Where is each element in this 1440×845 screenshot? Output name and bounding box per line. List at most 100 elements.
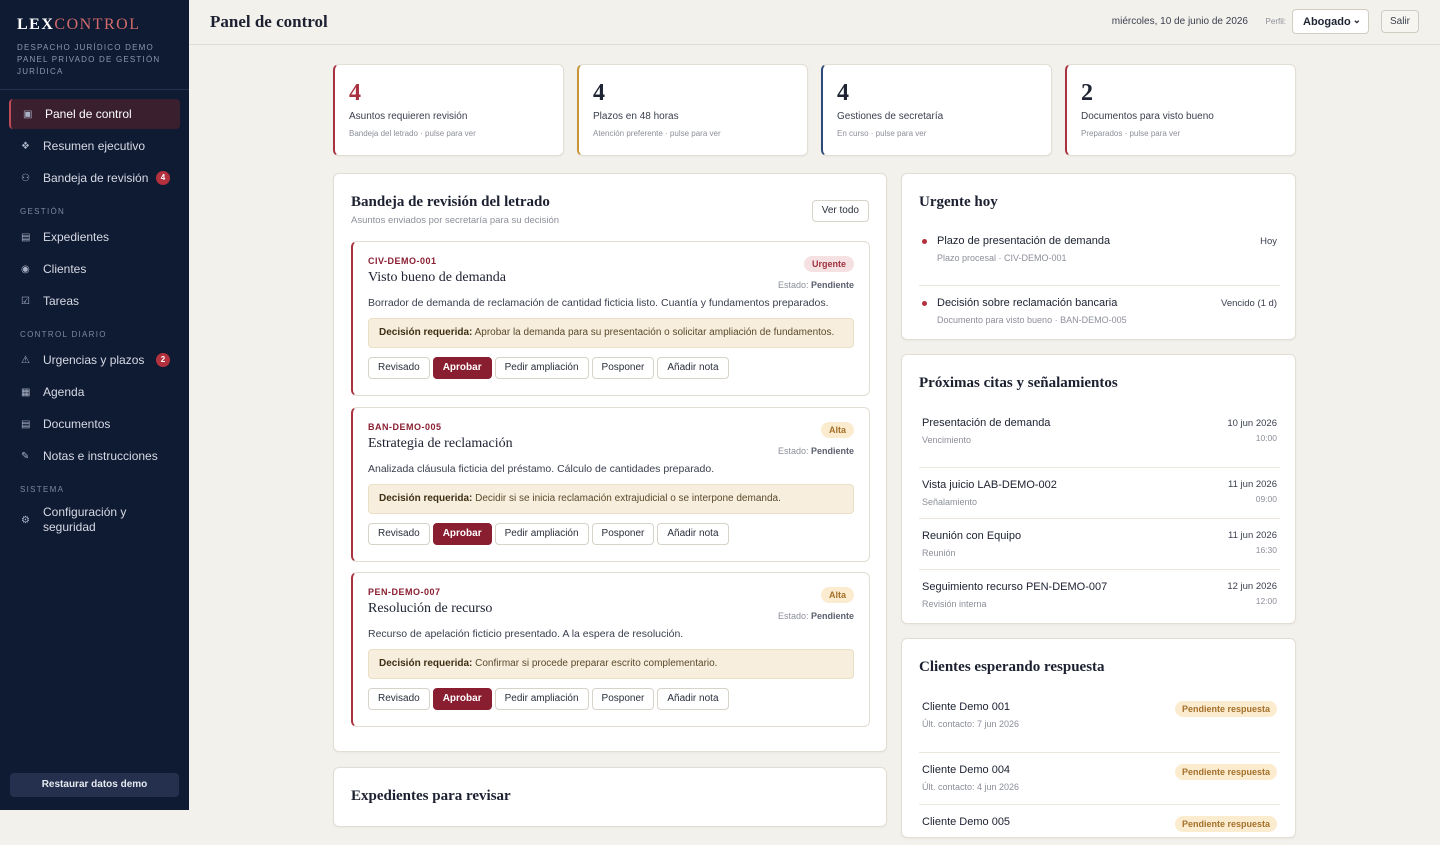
appointment-datetime: 11 jun 2026 09:00 bbox=[1228, 479, 1277, 504]
kpi-value: 4 bbox=[593, 80, 605, 106]
priority-badge: Alta bbox=[820, 422, 854, 438]
review-panel-subtitle: Asuntos enviados por secretaría para su … bbox=[351, 215, 560, 226]
appointment-title: Vista juicio LAB-DEMO-002 bbox=[922, 479, 1057, 491]
logout-button[interactable]: Salir bbox=[1381, 10, 1419, 33]
appointment-type: Reunión bbox=[922, 548, 956, 558]
clients-waiting-panel: Clientes esperando respuesta Cliente Dem… bbox=[901, 638, 1296, 838]
kpi-card-documentos-visto-bueno[interactable]: 2 Documentos para visto bueno Preparados… bbox=[1065, 64, 1296, 156]
anadir-nota-button[interactable]: Añadir nota bbox=[657, 357, 729, 379]
status-badge: Pendiente respuesta bbox=[1174, 816, 1277, 832]
case-code: CIV-DEMO-001 bbox=[368, 256, 437, 266]
kpi-label: Plazos en 48 horas bbox=[593, 111, 679, 122]
pedir-ampliacion-button[interactable]: Pedir ampliación bbox=[494, 523, 589, 545]
client-item[interactable]: Cliente Demo 001 Últ. contacto: 7 jun 20… bbox=[919, 701, 1280, 753]
appointment-item[interactable]: Presentación de demanda Vencimiento 10 j… bbox=[919, 417, 1280, 468]
calendar-icon: ▦ bbox=[21, 386, 31, 398]
kpi-sub: En curso · pulse para ver bbox=[837, 129, 927, 138]
sidebar-item-label: Bandeja de revisión bbox=[43, 171, 149, 185]
sidebar-item-label: Documentos bbox=[43, 417, 111, 431]
kpi-card-gestiones-secretaria[interactable]: 4 Gestiones de secretaría En curso · pul… bbox=[821, 64, 1052, 156]
posponer-button[interactable]: Posponer bbox=[591, 357, 655, 379]
case-code: BAN-DEMO-005 bbox=[368, 422, 442, 432]
brand-logo: LEXCONTROL bbox=[17, 16, 141, 33]
sidebar-item-label: Panel de control bbox=[45, 107, 132, 121]
kpi-card-asuntos-revision[interactable]: 4 Asuntos requieren revisión Bandeja del… bbox=[333, 64, 564, 156]
appointment-type: Revisión interna bbox=[922, 599, 987, 609]
alert-dot-icon bbox=[922, 301, 927, 306]
sidebar-item-label: Urgencias y plazos bbox=[43, 353, 145, 367]
appointments-title: Próximas citas y señalamientos bbox=[919, 375, 1118, 391]
urgent-item-title: Plazo de presentación de demanda bbox=[937, 235, 1111, 247]
client-item[interactable]: Cliente Demo 005 Pendiente respuesta bbox=[919, 805, 1280, 845]
posponer-button[interactable]: Posponer bbox=[591, 688, 655, 710]
anadir-nota-button[interactable]: Añadir nota bbox=[657, 523, 729, 545]
count-badge: 4 bbox=[156, 171, 170, 185]
expedientes-panel: Expedientes para revisar bbox=[333, 767, 887, 827]
sidebar-item-expedientes[interactable]: ▤ Expedientes bbox=[9, 222, 180, 252]
sidebar-item-bandeja-de-revision[interactable]: ⚇ Bandeja de revisión 4 bbox=[9, 163, 180, 193]
profile-label: Perfil: bbox=[1265, 17, 1286, 26]
sidebar-item-label: Configuración y seguridad bbox=[43, 505, 127, 534]
page-title: Panel de control bbox=[210, 12, 328, 31]
review-item: PEN-DEMO-007 Resolución de recurso Alta … bbox=[351, 572, 870, 727]
status-text: Estado: Pendiente bbox=[777, 280, 854, 290]
review-item-description: Recurso de apelación ficticio presentado… bbox=[368, 628, 684, 640]
urgent-item-sub: Documento para visto bueno · BAN-DEMO-00… bbox=[937, 315, 1127, 325]
count-badge: 2 bbox=[156, 353, 170, 367]
posponer-button[interactable]: Posponer bbox=[591, 523, 655, 545]
sidebar-item-documentos[interactable]: ▤ Documentos bbox=[9, 409, 180, 439]
sidebar-item-resumen-ejecutivo[interactable]: ❖ Resumen ejecutivo bbox=[9, 131, 180, 161]
urgent-item-when: Vencido (1 d) bbox=[1221, 298, 1277, 309]
pedir-ampliacion-button[interactable]: Pedir ampliación bbox=[494, 688, 589, 710]
sidebar-item-urgencias-y-plazos[interactable]: ⚠ Urgencias y plazos 2 bbox=[9, 345, 180, 375]
profile-select-value: Abogado bbox=[1303, 16, 1351, 28]
kpi-value: 4 bbox=[837, 80, 849, 106]
expedientes-panel-title: Expedientes para revisar bbox=[351, 788, 511, 804]
review-panel: Bandeja de revisión del letrado Asuntos … bbox=[333, 173, 887, 752]
sidebar-item-panel-de-control[interactable]: ▣ Panel de control bbox=[9, 99, 180, 129]
sidebar-item-clientes[interactable]: ◉ Clientes bbox=[9, 254, 180, 284]
client-last-contact: Últ. contacto: 7 jun 2026 bbox=[922, 719, 1020, 729]
sidebar-item-tareas[interactable]: ☑ Tareas bbox=[9, 286, 180, 316]
appointment-item[interactable]: Vista juicio LAB-DEMO-002 Señalamiento 1… bbox=[919, 468, 1280, 519]
appointment-type: Vencimiento bbox=[922, 435, 972, 445]
aprobar-button[interactable]: Aprobar bbox=[432, 357, 492, 379]
kpi-sub: Bandeja del letrado · pulse para ver bbox=[349, 129, 476, 138]
appointment-item[interactable]: Seguimiento recurso PEN-DEMO-007 Revisió… bbox=[919, 570, 1280, 615]
urgent-today-panel: Urgente hoy Plazo de presentación de dem… bbox=[901, 173, 1296, 340]
view-all-button[interactable]: Ver todo bbox=[811, 200, 869, 222]
nav-section-sistema: SISTEMA bbox=[20, 485, 65, 494]
revisado-button[interactable]: Revisado bbox=[368, 357, 430, 379]
urgent-item[interactable]: Decisión sobre reclamación bancaria Docu… bbox=[919, 286, 1280, 330]
sidebar-item-agenda[interactable]: ▦ Agenda bbox=[9, 377, 180, 407]
revisado-button[interactable]: Revisado bbox=[368, 688, 430, 710]
kpi-label: Documentos para visto bueno bbox=[1081, 111, 1214, 122]
appointment-datetime: 11 jun 2026 16:30 bbox=[1228, 530, 1277, 555]
kpi-sub: Atención preferente · pulse para ver bbox=[593, 129, 721, 138]
profile-select[interactable]: Abogado ⌄ bbox=[1292, 9, 1369, 34]
sidebar: LEXCONTROL DESPACHO JURÍDICO DEMO PANEL … bbox=[0, 0, 189, 810]
aprobar-button[interactable]: Aprobar bbox=[432, 688, 492, 710]
sidebar-item-label: Resumen ejecutivo bbox=[43, 139, 146, 153]
priority-badge: Urgente bbox=[803, 256, 854, 272]
top-header: Panel de control miércoles, 10 de junio … bbox=[189, 0, 1440, 45]
action-buttons: Revisado Aprobar Pedir ampliación Posponer A… bbox=[368, 688, 854, 710]
urgent-item-when: Hoy bbox=[1260, 236, 1277, 247]
urgent-item[interactable]: Plazo de presentación de demanda Plazo p… bbox=[919, 235, 1280, 286]
status-text: Estado: Pendiente bbox=[777, 446, 854, 456]
review-panel-title: Bandeja de revisión del letrado bbox=[351, 194, 550, 210]
case-code: PEN-DEMO-007 bbox=[368, 587, 441, 597]
client-item[interactable]: Cliente Demo 004 Últ. contacto: 4 jun 20… bbox=[919, 753, 1280, 805]
appointment-item[interactable]: Reunión con Equipo Reunión 11 jun 2026 16… bbox=[919, 519, 1280, 570]
sidebar-nav: ▣ Panel de control ❖ Resumen ejecutivo ⚇… bbox=[0, 90, 189, 540]
restore-demo-button[interactable]: Restaurar datos demo bbox=[10, 773, 179, 797]
diamond-icon: ❖ bbox=[21, 140, 30, 152]
anadir-nota-button[interactable]: Añadir nota bbox=[657, 688, 729, 710]
revisado-button[interactable]: Revisado bbox=[368, 523, 430, 545]
sidebar-item-notas-e-instrucciones[interactable]: ✎ Notas e instrucciones bbox=[9, 441, 180, 471]
aprobar-button[interactable]: Aprobar bbox=[432, 523, 492, 545]
kpi-card-plazos-48h[interactable]: 4 Plazos en 48 horas Atención preferente… bbox=[577, 64, 808, 156]
alert-dot-icon bbox=[922, 239, 927, 244]
pedir-ampliacion-button[interactable]: Pedir ampliación bbox=[494, 357, 589, 379]
sidebar-item-configuracion-y-seguridad[interactable]: ⚙ Configuración y seguridad bbox=[9, 500, 180, 540]
